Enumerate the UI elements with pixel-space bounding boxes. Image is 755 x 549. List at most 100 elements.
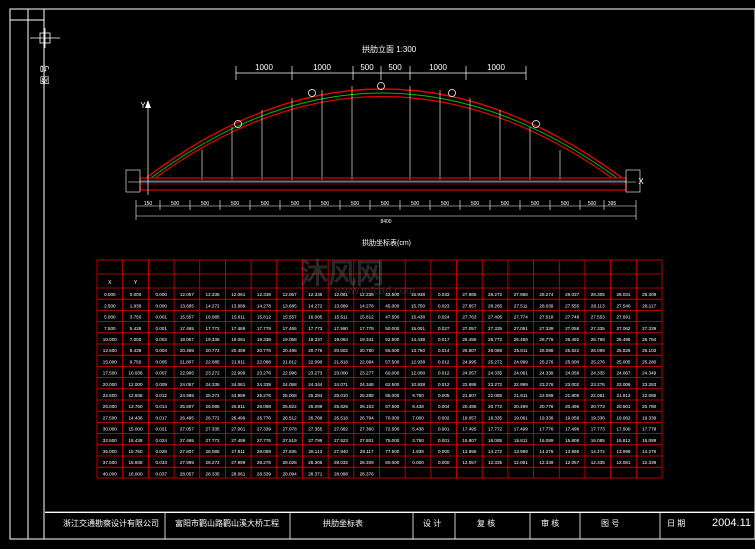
table-cell: 24.061 xyxy=(514,371,528,376)
table-cell: 19.341 xyxy=(360,337,374,342)
table-cell: 19.057 xyxy=(180,337,194,342)
table-cell: 50.000 xyxy=(385,326,399,331)
table-cell: 12.335 xyxy=(206,292,220,297)
bottom-dim-label: 500 xyxy=(261,201,270,207)
table-cell: 12.057 xyxy=(180,292,194,297)
table-cell: 23.002 xyxy=(565,382,579,387)
table-cell: 28.094 xyxy=(283,471,297,476)
table-cell: 12.335 xyxy=(591,460,605,465)
table-cell: 0.000 xyxy=(412,460,424,465)
table-cell: 17.590 xyxy=(334,326,348,331)
table-cell: 22.086 xyxy=(642,393,656,398)
table-cell: 24.999 xyxy=(514,359,528,364)
table-cell: 26.499 xyxy=(231,415,245,420)
table-cell: 0.012 xyxy=(438,359,450,364)
table-cell: 27.519 xyxy=(283,438,297,443)
table-cell: 28.037 xyxy=(565,292,579,297)
table-cell: 0.002 xyxy=(438,415,450,420)
table-cell: 27.796 xyxy=(308,438,322,443)
table-cell: 0.017 xyxy=(438,337,450,342)
table-cell: 17.778 xyxy=(642,427,656,432)
table-cell: 15.811 xyxy=(514,438,528,443)
top-dim-label: 1000 xyxy=(313,63,331,72)
table-cell: 13.995 xyxy=(565,449,579,454)
table-cell: 28.265 xyxy=(488,303,502,308)
table-cell: 27.057 xyxy=(462,326,476,331)
table-cell: 28.113 xyxy=(308,449,322,454)
table-cell: 15.557 xyxy=(180,315,194,320)
table-cell: 25.010 xyxy=(334,393,348,398)
table-cell: 0.037 xyxy=(155,471,167,476)
table-cell: 0.000 xyxy=(130,292,142,297)
table-cell: 17.465 xyxy=(180,326,194,331)
table-cell: 26.516 xyxy=(334,415,348,420)
table-cell: 77.500 xyxy=(385,449,399,454)
check-label: 复 核 xyxy=(477,519,496,528)
table-cell: 35.000 xyxy=(103,449,117,454)
table-cell: 26.776 xyxy=(257,415,271,420)
table-cell: 12.061 xyxy=(514,460,528,465)
table-cell: 25.822 xyxy=(565,348,579,353)
table-cell: 28.276 xyxy=(257,460,271,465)
bottom-dim-label: 500 xyxy=(588,201,597,207)
bottom-dim-label: 500 xyxy=(471,201,480,207)
table-cell: 27.511 xyxy=(514,303,528,308)
table-cell: 0.000 xyxy=(438,449,450,454)
table-cell: 12.061 xyxy=(231,292,245,297)
table-cell: 9.750 xyxy=(412,393,424,398)
table-cell: 25.826 xyxy=(616,348,630,353)
table-cell: 15.807 xyxy=(462,438,476,443)
arch-axis xyxy=(150,92,618,179)
table-cell: 27.360 xyxy=(360,427,374,432)
table-cell: 27.763 xyxy=(462,315,476,320)
table-cell: 22.996 xyxy=(283,371,297,376)
table-cell: 23.006 xyxy=(616,382,630,387)
table-cell: 23.283 xyxy=(642,382,656,387)
table-cell: 17.778 xyxy=(257,326,271,331)
table-cell: 20.496 xyxy=(565,404,579,409)
table-cell: 22.500 xyxy=(103,393,117,398)
table-cell: 27.058 xyxy=(565,326,579,331)
table-cell: 27.995 xyxy=(180,460,194,465)
table-cell: 27.082 xyxy=(334,427,348,432)
table-cell: 60.000 xyxy=(385,371,399,376)
table-cell: 27.553 xyxy=(591,315,605,320)
title-block: 浙江交通勘察设计有限公司 富阳市鹳山路鹳山溪大桥工程 拱肋坐标表 设 计 复 核… xyxy=(45,512,755,535)
table-cell: 25.005 xyxy=(616,359,630,364)
bottom-dim-label: 500 xyxy=(411,201,420,207)
table-cell: 15.557 xyxy=(283,315,297,320)
table-cell: 25.811 xyxy=(514,348,528,353)
table-cell: 26.103 xyxy=(642,348,656,353)
table-cell: 27.335 xyxy=(206,427,220,432)
review-label: 审 核 xyxy=(541,519,560,528)
table-cell: 22.089 xyxy=(539,393,553,398)
table-cell: 14.276 xyxy=(642,449,656,454)
table-cell: 0.005 xyxy=(155,359,167,364)
table-cell: 0.000 xyxy=(104,292,116,297)
table-cell: 28.272 xyxy=(488,292,502,297)
drawing-no-label: 图 号 xyxy=(601,519,620,528)
table-cell: 14.438 xyxy=(411,337,425,342)
table-cell: 27.335 xyxy=(591,326,605,331)
table-cell: 0.007 xyxy=(155,371,167,376)
table-cell: 27.540 xyxy=(616,303,630,308)
table-cell: 25.811 xyxy=(231,404,245,409)
hangers xyxy=(201,86,561,180)
table-cell: 20.773 xyxy=(591,404,605,409)
table-cell: 27.985 xyxy=(462,292,476,297)
table-cell: 0.001 xyxy=(155,326,167,331)
table-cell: 75.000 xyxy=(385,438,399,443)
table-cell: 65.000 xyxy=(385,393,399,398)
table-cell: 20.772 xyxy=(206,348,220,353)
table-cell: 0.028 xyxy=(155,449,167,454)
table-header-y: Y xyxy=(134,280,138,286)
table-header-x: X xyxy=(108,280,112,286)
table-cell: 16.085 xyxy=(308,315,322,320)
table-cell: 13.689 xyxy=(231,303,245,308)
table-cell: 28.272 xyxy=(206,460,220,465)
table-cell: 0.014 xyxy=(438,348,450,353)
top-dim-label: 1000 xyxy=(429,63,447,72)
table-cell: 26.103 xyxy=(360,404,374,409)
arch-rib-outer xyxy=(145,88,623,179)
table-cell: 13.999 xyxy=(616,449,630,454)
